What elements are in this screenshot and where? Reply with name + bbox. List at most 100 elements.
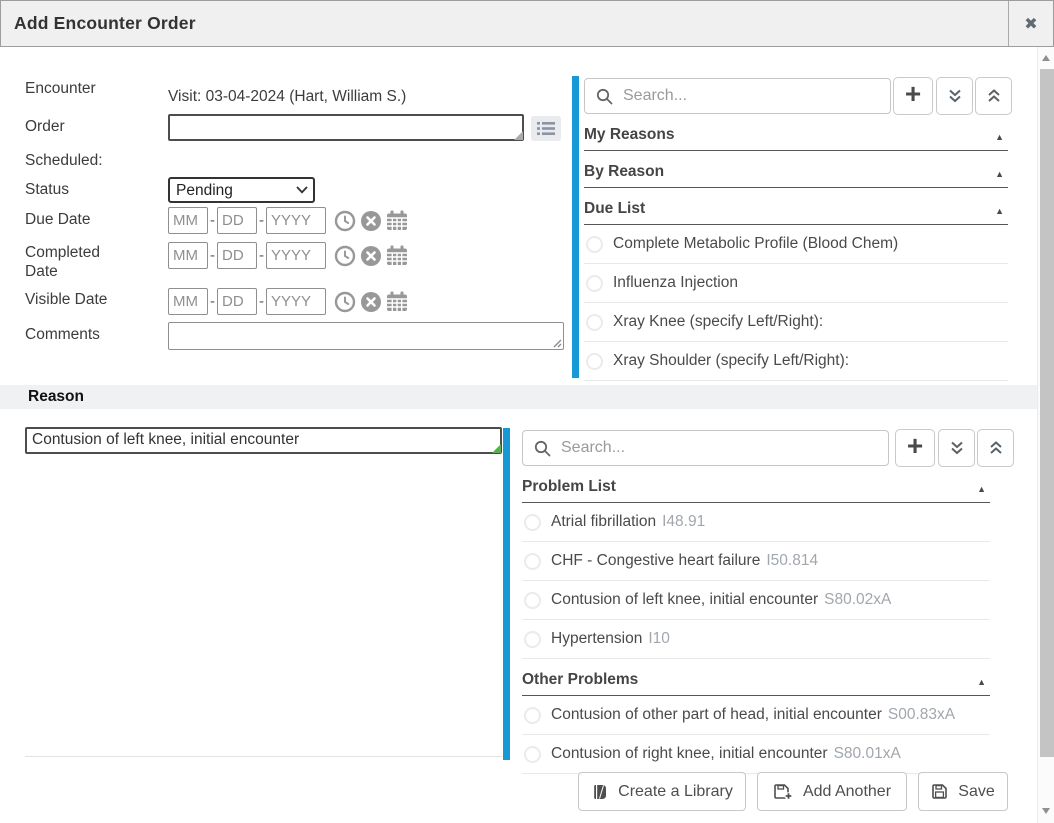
item-label: CHF - Congestive heart failure: [551, 552, 760, 570]
save-button[interactable]: Save: [918, 772, 1008, 811]
collapse-caret-icon[interactable]: ▲: [977, 677, 986, 687]
item-label: Contusion of left knee, initial encounte…: [551, 591, 818, 609]
search-icon: [596, 88, 613, 105]
clock-icon[interactable]: [334, 245, 356, 267]
add-problem-button[interactable]: +: [895, 429, 935, 467]
section-header[interactable]: By Reason▲: [584, 151, 1008, 188]
panel-accent-bar: [503, 428, 510, 760]
status-select[interactable]: Pending: [168, 177, 315, 203]
due-date-label: Due Date: [25, 210, 90, 229]
create-library-button[interactable]: Create a Library: [578, 772, 746, 811]
comments-input[interactable]: [168, 322, 564, 350]
resize-grip-icon[interactable]: [514, 131, 523, 140]
visible-date-label: Visible Date: [25, 290, 125, 309]
visible-date-month-input[interactable]: [168, 288, 208, 315]
clear-date-icon[interactable]: [360, 291, 382, 313]
radio-icon[interactable]: [524, 553, 541, 570]
list-item[interactable]: Contusion of right knee, initial encount…: [522, 735, 990, 774]
add-reason-button[interactable]: +: [893, 77, 933, 115]
list-item[interactable]: Atrial fibrillationI48.91: [522, 503, 990, 542]
completed-date-day-input[interactable]: [217, 242, 257, 269]
date-separator: -: [210, 212, 215, 229]
save-label: Save: [958, 783, 994, 801]
close-button[interactable]: ✖: [1009, 1, 1053, 46]
collapse-caret-icon[interactable]: ▲: [977, 484, 986, 494]
scroll-up-icon[interactable]: [1042, 55, 1050, 61]
list-item[interactable]: CHF - Congestive heart failure I50.814: [522, 542, 990, 581]
resize-grip-icon[interactable]: [492, 444, 501, 453]
due-date-day-input[interactable]: [217, 207, 257, 234]
problems-search-input[interactable]: [559, 438, 888, 458]
add-another-button[interactable]: Add Another: [757, 772, 907, 811]
radio-icon[interactable]: [524, 746, 541, 763]
radio-icon[interactable]: [586, 314, 603, 331]
item-code: S80.02xA: [824, 591, 891, 609]
radio-icon[interactable]: [524, 707, 541, 724]
due-date-month-input[interactable]: [168, 207, 208, 234]
search-icon: [534, 440, 551, 457]
list-item[interactable]: Xray Shoulder (specify Left/Right):: [584, 342, 1008, 381]
plus-icon: +: [907, 432, 923, 460]
scroll-down-icon[interactable]: [1042, 808, 1050, 814]
collapse-caret-icon[interactable]: ▲: [995, 132, 1004, 142]
reasons-search-input[interactable]: [621, 86, 890, 106]
visible-date-day-input[interactable]: [217, 288, 257, 315]
collapse-caret-icon[interactable]: ▲: [995, 169, 1004, 179]
radio-icon[interactable]: [524, 514, 541, 531]
order-list-button[interactable]: [531, 116, 561, 141]
list-item[interactable]: Contusion of other part of head, initial…: [522, 696, 990, 735]
completed-date-year-input[interactable]: [266, 242, 326, 269]
section-header[interactable]: Other Problems▲: [522, 659, 990, 696]
section-title: Problem List: [522, 478, 616, 496]
order-label: Order: [25, 117, 65, 136]
radio-icon[interactable]: [586, 353, 603, 370]
visible-date-year-input[interactable]: [266, 288, 326, 315]
item-code: I50.814: [766, 552, 818, 570]
add-another-label: Add Another: [803, 783, 891, 801]
list-item[interactable]: Influenza Injection: [584, 264, 1008, 303]
reason-input[interactable]: Contusion of left knee, initial encounte…: [25, 427, 502, 454]
radio-icon[interactable]: [524, 592, 541, 609]
section-header[interactable]: Problem List ▲: [522, 470, 990, 503]
section-header[interactable]: My Reasons▲: [584, 118, 1008, 151]
expand-all-button[interactable]: [938, 429, 975, 467]
reason-area-divider: [25, 756, 502, 757]
list-item[interactable]: HypertensionI10: [522, 620, 990, 659]
collapse-all-button[interactable]: [977, 429, 1014, 467]
section-header[interactable]: Due List ▲: [584, 188, 1008, 225]
radio-icon[interactable]: [586, 275, 603, 292]
radio-icon[interactable]: [524, 631, 541, 648]
collapse-caret-icon[interactable]: ▲: [995, 206, 1004, 216]
due-date-year-input[interactable]: [266, 207, 326, 234]
item-label: Influenza Injection: [613, 274, 738, 292]
list-item[interactable]: Xray Knee (specify Left/Right):: [584, 303, 1008, 342]
list-item[interactable]: Contusion of left knee, initial encounte…: [522, 581, 990, 620]
scheduled-label: Scheduled:: [25, 151, 103, 170]
problems-search-box: [522, 430, 889, 466]
calendar-icon[interactable]: [386, 291, 408, 312]
scrollbar[interactable]: [1037, 47, 1054, 823]
scrollbar-thumb[interactable]: [1040, 69, 1054, 757]
status-select-wrap: Pending: [168, 177, 315, 203]
completed-date-label: Completed Date: [25, 243, 125, 281]
collapse-all-button[interactable]: [975, 77, 1012, 115]
calendar-icon[interactable]: [386, 245, 408, 266]
calendar-icon[interactable]: [386, 210, 408, 231]
clock-icon[interactable]: [334, 210, 356, 232]
reasons-section-list: My Reasons▲By Reason▲ Due List ▲ Complete M…: [584, 118, 1008, 381]
chevron-double-up-icon: [987, 440, 1005, 456]
resize-grip-icon[interactable]: [553, 339, 562, 348]
completed-date-month-input[interactable]: [168, 242, 208, 269]
item-label: Xray Knee (specify Left/Right):: [613, 313, 823, 331]
order-input[interactable]: [168, 114, 524, 141]
item-label: Xray Shoulder (specify Left/Right):: [613, 352, 849, 370]
clear-date-icon[interactable]: [360, 210, 382, 232]
clear-date-icon[interactable]: [360, 245, 382, 267]
expand-all-button[interactable]: [936, 77, 973, 115]
clock-icon[interactable]: [334, 291, 356, 313]
item-code: S00.83xA: [888, 706, 955, 724]
section-title: Due List: [584, 200, 645, 218]
list-item[interactable]: Complete Metabolic Profile (Blood Chem): [584, 225, 1008, 264]
reasons-search-box: [584, 78, 891, 114]
radio-icon[interactable]: [586, 236, 603, 253]
